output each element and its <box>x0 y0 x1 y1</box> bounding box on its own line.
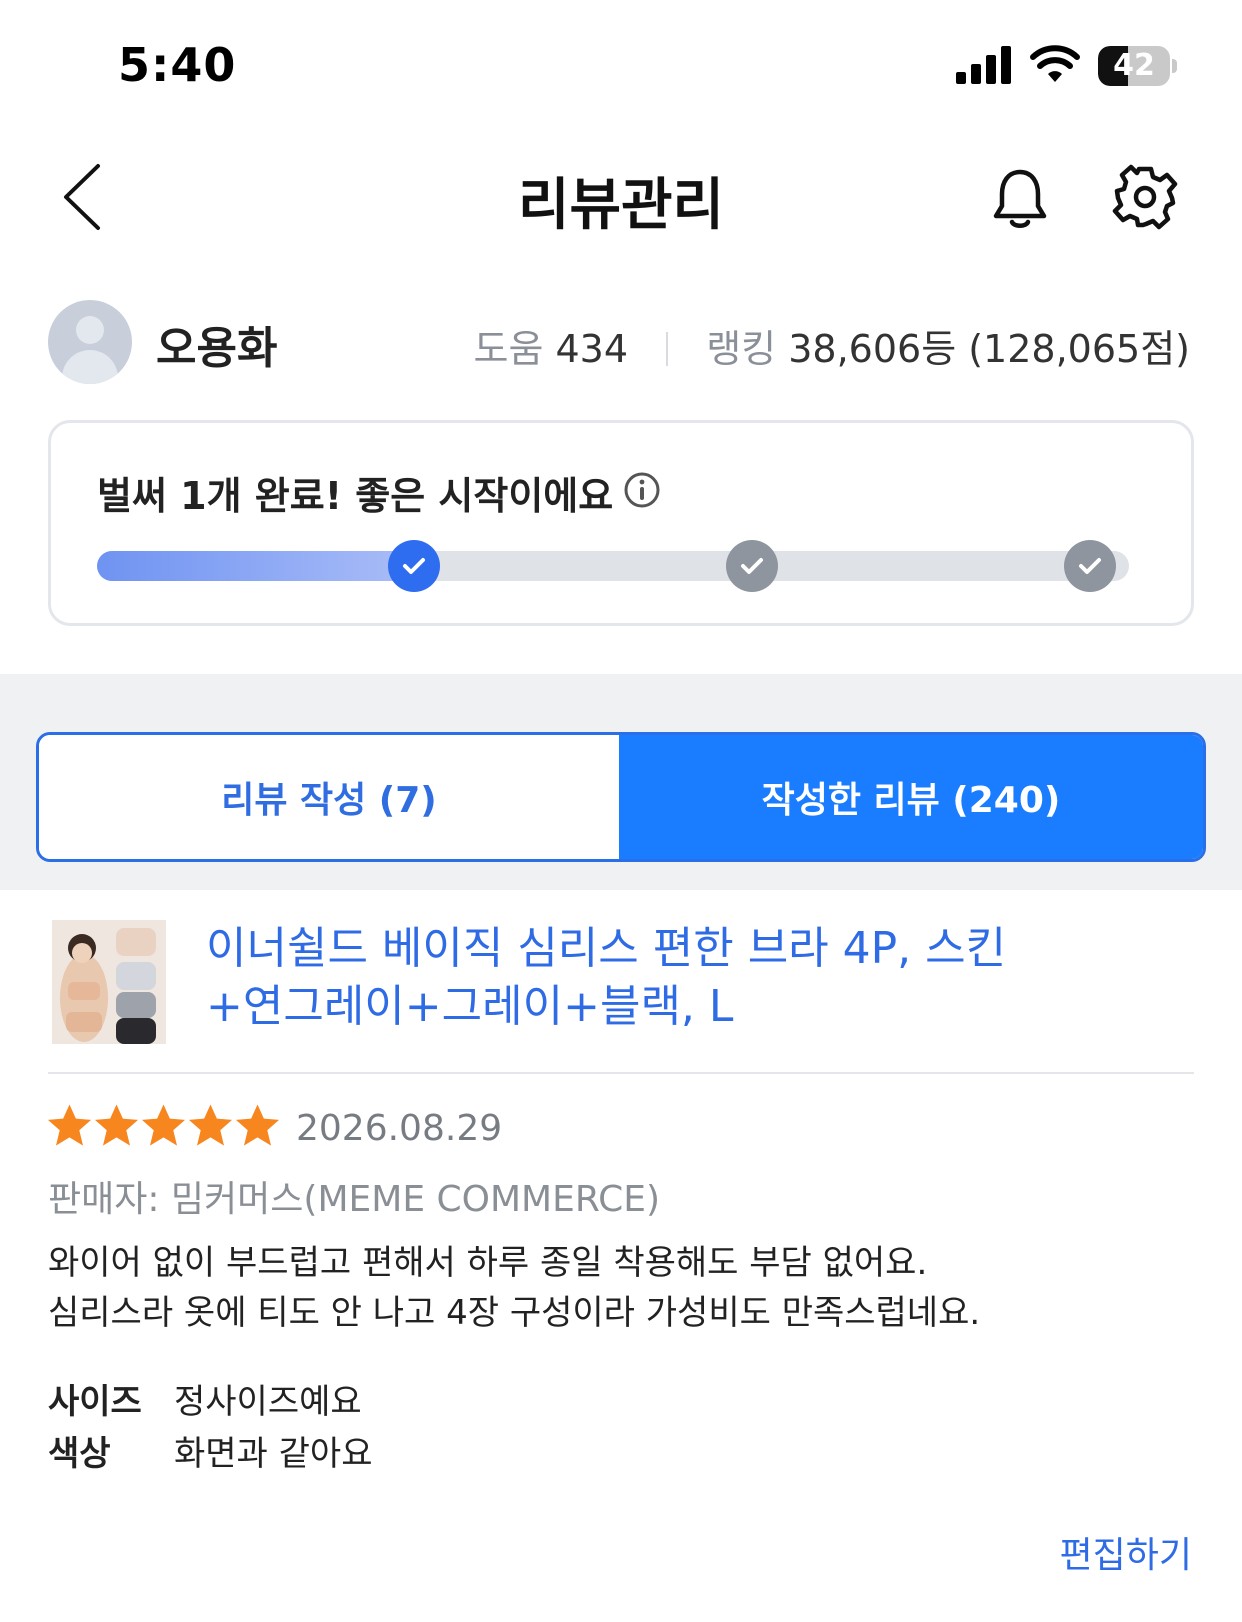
seller-name: 판매자: 밈커머스(MEME COMMERCE) <box>48 1179 661 1220</box>
user-name: 오용화 <box>156 323 278 374</box>
progress-step-1 <box>387 540 440 592</box>
help-label: 도움 <box>473 327 544 371</box>
ranking-label: 랭킹 <box>706 327 777 371</box>
edit-button[interactable]: 편집하기 <box>1060 1526 1192 1578</box>
tabs-band: 리뷰 작성 (7) 작성한 리뷰 (240) <box>0 674 1242 890</box>
check-icon <box>741 558 764 574</box>
status-time: 5:40 <box>118 38 237 92</box>
progress-track <box>97 540 1129 592</box>
progress-fill <box>97 551 417 581</box>
progress-card: 벌써 1개 완료! 좋은 시작이에요 <box>48 420 1194 626</box>
user-stats: 도움 434 랭킹 38,606등 (128,065점) <box>473 318 1190 373</box>
progress-title: 벌써 1개 완료! 좋은 시작이에요 <box>97 474 614 518</box>
star-icon <box>47 1104 92 1146</box>
review-text: 와이어 없이 부드럽고 편해서 하루 종일 착용해도 부담 없어요. 심리스라 … <box>48 1243 981 1333</box>
product-thumbnail[interactable] <box>52 920 166 1044</box>
star-icon <box>188 1104 233 1146</box>
attribute-row-color: 색상 화면과 같아요 <box>48 1426 373 1475</box>
battery-icon: 42 <box>1098 46 1178 86</box>
review-date: 2026.08.29 <box>296 1108 503 1149</box>
tab-write-review[interactable]: 리뷰 작성 (7) <box>39 735 619 859</box>
page-title: 리뷰관리 <box>517 173 725 238</box>
attribute-value: 정사이즈예요 <box>174 1382 362 1422</box>
wifi-icon <box>1030 45 1080 82</box>
stats-divider <box>666 332 669 366</box>
product-name-line1: 이너쉴드 베이직 심리스 편한 브라 4P, 스킨 <box>206 923 1007 974</box>
avatar[interactable] <box>48 300 132 384</box>
divider <box>48 1072 1194 1074</box>
signal-icon <box>956 46 1011 84</box>
bell-icon[interactable] <box>992 166 1048 230</box>
help-count: 434 <box>555 327 629 371</box>
info-icon[interactable] <box>623 471 661 509</box>
battery-level: 42 <box>1113 48 1155 83</box>
progress-step-3 <box>1063 540 1116 592</box>
product-name-link[interactable]: 이너쉴드 베이직 심리스 편한 브라 4P, 스킨 +연그레이+그레이+블랙, … <box>206 920 1186 1036</box>
attribute-key: 색상 <box>48 1434 111 1474</box>
star-icon <box>141 1104 186 1146</box>
review-tabs: 리뷰 작성 (7) 작성한 리뷰 (240) <box>36 732 1206 862</box>
star-icon <box>235 1104 280 1146</box>
attribute-key: 사이즈 <box>48 1382 142 1422</box>
progress-step-2 <box>726 540 779 592</box>
attribute-row-size: 사이즈 정사이즈예요 <box>48 1374 362 1423</box>
check-icon <box>1078 558 1101 574</box>
product-name-line2: +연그레이+그레이+블랙, L <box>206 981 734 1032</box>
check-icon <box>402 558 425 574</box>
ranking-value: 38,606등 (128,065점) <box>788 327 1190 371</box>
attribute-value: 화면과 같아요 <box>174 1434 373 1474</box>
tab-written-reviews[interactable]: 작성한 리뷰 (240) <box>619 735 1203 859</box>
gear-icon[interactable] <box>1112 164 1178 230</box>
star-icon <box>94 1104 139 1146</box>
star-rating <box>46 1102 281 1152</box>
